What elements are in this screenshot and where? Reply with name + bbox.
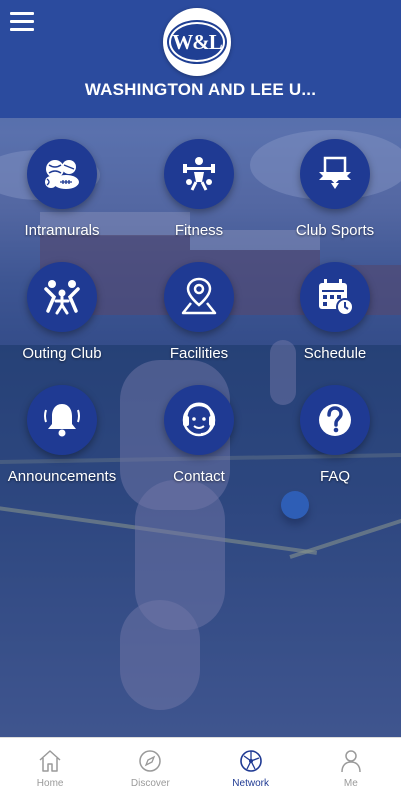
home-icon bbox=[39, 750, 61, 772]
tab-label: Home bbox=[36, 778, 64, 789]
tab-me[interactable]: Me bbox=[301, 738, 401, 800]
weightlifter-icon bbox=[164, 139, 234, 209]
bottom-tab-bar: Home Discover Network Me bbox=[0, 737, 401, 800]
tab-label: Discover bbox=[130, 778, 170, 789]
tile-schedule[interactable]: Schedule bbox=[270, 260, 400, 370]
calendar-clock-icon bbox=[300, 262, 370, 332]
pennant-shield-icon bbox=[300, 139, 370, 209]
hamburger-menu-icon[interactable] bbox=[10, 12, 34, 32]
people-group-icon bbox=[27, 262, 97, 332]
tab-label: Network bbox=[232, 778, 269, 789]
question-mark-icon bbox=[300, 385, 370, 455]
tab-discover[interactable]: Discover bbox=[100, 738, 200, 800]
compass-icon bbox=[139, 750, 162, 772]
tile-contact[interactable]: Contact bbox=[134, 383, 264, 493]
tile-faq[interactable]: FAQ bbox=[270, 383, 400, 493]
tile-club-sports[interactable]: Club Sports bbox=[270, 137, 400, 247]
logo-text: W&L bbox=[167, 20, 227, 64]
tile-fitness[interactable]: Fitness bbox=[134, 137, 264, 247]
app-header: W&L WASHINGTON AND LEE U... bbox=[0, 0, 401, 118]
tile-announcements[interactable]: Announcements bbox=[0, 383, 127, 493]
sports-balls-icon bbox=[27, 139, 97, 209]
app-screen: W&L WASHINGTON AND LEE U... Intramurals … bbox=[0, 0, 401, 737]
tile-outing-club[interactable]: Outing Club bbox=[0, 260, 127, 370]
tile-label: Schedule bbox=[303, 345, 367, 362]
organization-title: WASHINGTON AND LEE U... bbox=[84, 80, 317, 99]
person-icon bbox=[341, 750, 361, 773]
network-globe-icon bbox=[239, 750, 262, 772]
bell-icon bbox=[27, 385, 97, 455]
map-pin-icon bbox=[164, 262, 234, 332]
tab-home[interactable]: Home bbox=[0, 738, 100, 800]
tab-label: Me bbox=[343, 778, 358, 789]
tile-facilities[interactable]: Facilities bbox=[134, 260, 264, 370]
headset-person-icon bbox=[164, 385, 234, 455]
tile-label: Club Sports bbox=[295, 222, 375, 239]
school-logo: W&L bbox=[163, 8, 231, 76]
tile-label: FAQ bbox=[319, 468, 350, 485]
tab-network[interactable]: Network bbox=[201, 738, 301, 800]
tile-intramurals[interactable]: Intramurals bbox=[0, 137, 127, 247]
